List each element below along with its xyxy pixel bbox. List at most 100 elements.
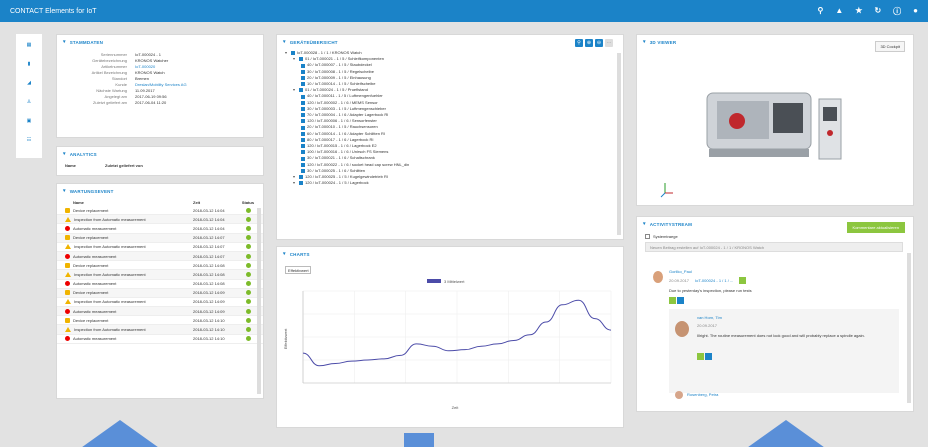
reply-author[interactable]: van Horn, Tim xyxy=(697,315,722,320)
grid-icon[interactable]: ☷ xyxy=(25,135,34,144)
event-name: Inspection from Automatic measurement xyxy=(74,327,146,333)
kv-row: Zuletzt geliefert am 2017-06-04 11:20 xyxy=(57,100,263,106)
chevron-down-icon: ▾ xyxy=(283,251,286,257)
person-icon[interactable]: ♙ xyxy=(25,97,34,106)
device-icon xyxy=(65,317,70,323)
checkbox[interactable] xyxy=(645,234,650,239)
dashboard-icon[interactable]: ▦ xyxy=(25,40,34,49)
error-icon xyxy=(65,253,70,259)
activity-scrollbar[interactable] xyxy=(907,253,911,403)
table-row[interactable]: Automatic measurement 2018-03-12 14:07 xyxy=(57,251,263,262)
user-icon[interactable]: ● xyxy=(913,6,918,17)
table-row[interactable]: Inspection from Automatic measurement 201… xyxy=(57,215,263,225)
cockpit-button[interactable]: 3D Cockpit xyxy=(875,41,905,52)
legend-swatch xyxy=(427,279,441,283)
machine-3d-model[interactable] xyxy=(637,53,915,203)
search-icon[interactable]: ⚲ xyxy=(818,6,824,17)
table-row[interactable]: Automatic measurement 2018-03-12 14:10 xyxy=(57,335,263,344)
collapse-button[interactable]: ⊖ xyxy=(595,39,603,47)
system-posts-toggle[interactable]: Systemtraege xyxy=(645,234,678,239)
chart-icon[interactable]: ◢ xyxy=(25,78,34,87)
table-row[interactable]: Device replacement 2018-03-12 14:07 xyxy=(57,233,263,243)
event-name: Device replacement xyxy=(73,262,109,268)
table-row[interactable]: Device replacement 2018-03-12 14:10 xyxy=(57,316,263,326)
more-button[interactable]: ⋯ xyxy=(605,39,613,47)
event-date: 2018-03-12 14:09 xyxy=(193,308,225,314)
chevron-down-icon[interactable]: ▾ xyxy=(293,180,297,186)
geraete-scrollbar[interactable] xyxy=(617,53,621,235)
part-icon xyxy=(301,168,305,173)
square-decoration xyxy=(404,433,434,447)
document-icon[interactable]: ▮ xyxy=(25,59,34,68)
table-row[interactable]: Inspection from Automatic measurement 201… xyxy=(57,270,263,280)
event-name: Inspection from Automatic measurement xyxy=(74,244,146,250)
status-ok-icon xyxy=(245,244,251,250)
status-ok-icon xyxy=(245,299,251,305)
reply-icon[interactable] xyxy=(669,297,676,304)
series-select[interactable]: Effektivwert xyxy=(285,266,311,274)
status-cell xyxy=(241,253,255,259)
viewer-header[interactable]: ▾ 3D VIEWER xyxy=(637,35,913,49)
table-row[interactable]: Inspection from Automatic measurement 201… xyxy=(57,243,263,252)
geraete-header[interactable]: ▾ GERÄTEÜBERSICHT xyxy=(277,35,623,49)
folder-icon[interactable]: ▣ xyxy=(25,116,34,125)
table-row[interactable]: Automatic measurement 2018-03-12 14:08 xyxy=(57,280,263,289)
post-author[interactable]: Gorilko_Paul xyxy=(669,269,692,274)
new-post-input[interactable]: Neuen Beitrag erstellen auf IoT-000024 -… xyxy=(645,242,903,252)
table-row[interactable]: Automatic measurement 2018-03-12 14:04 xyxy=(57,224,263,234)
y-axis-label: Effektivwert xyxy=(283,328,288,349)
reply-icon[interactable] xyxy=(697,353,704,360)
part-icon xyxy=(301,119,305,124)
analytics-header[interactable]: ▾ ANALYTICS xyxy=(57,147,263,161)
stammdaten-header[interactable]: ▾ STAMMDATEN xyxy=(57,35,263,49)
event-date: 2018-03-12 14:10 xyxy=(193,327,225,333)
part-icon xyxy=(301,113,305,118)
status-ok-icon xyxy=(245,317,251,323)
info-icon[interactable]: ⓘ xyxy=(893,6,901,17)
expand-button[interactable]: ⊕ xyxy=(585,39,593,47)
table-row[interactable]: Device replacement 2018-03-12 14:09 xyxy=(57,288,263,298)
warning-icon xyxy=(65,299,71,305)
wartung-scrollbar[interactable] xyxy=(257,208,261,394)
favorites-icon[interactable]: ★ xyxy=(855,6,862,17)
tree-item[interactable]: ▾ 120 / IoT-000024 - 1 / 5 / Lagerbock xyxy=(285,180,615,186)
error-icon xyxy=(65,225,70,231)
share-icon[interactable] xyxy=(677,297,684,304)
history-icon[interactable]: ↻ xyxy=(874,6,881,17)
part-icon xyxy=(301,156,305,161)
part-icon xyxy=(301,106,305,111)
status-ok-icon xyxy=(245,271,251,277)
event-date: 2018-03-12 14:08 xyxy=(193,271,225,277)
part-icon xyxy=(301,125,305,130)
reply-actions xyxy=(697,353,712,361)
notifications-icon[interactable]: ▲ xyxy=(835,6,843,17)
event-name: Inspection from Automatic measurement xyxy=(74,271,146,277)
chevron-down-icon[interactable]: ▾ xyxy=(293,56,297,62)
table-row[interactable]: Inspection from Automatic measurement 201… xyxy=(57,325,263,335)
table-row[interactable]: Automatic measurement 2018-03-12 14:09 xyxy=(57,307,263,317)
status-ok-icon xyxy=(245,216,251,222)
link-icon[interactable] xyxy=(739,277,747,284)
part-icon xyxy=(301,94,305,99)
event-name: Automatic measurement xyxy=(73,308,117,314)
part-icon xyxy=(301,137,305,142)
refresh-comments-button[interactable]: Kommentare aktualisieren xyxy=(846,222,905,233)
table-row[interactable]: Inspection from Automatic measurement 201… xyxy=(57,298,263,308)
status-cell xyxy=(241,299,255,305)
search-button[interactable]: ⚲ xyxy=(575,39,583,47)
chevron-down-icon[interactable]: ▾ xyxy=(285,50,289,56)
post3-author[interactable]: Rosenberg, Petra xyxy=(687,392,718,397)
table-row[interactable]: Device replacement 2018-03-12 14:04 xyxy=(57,206,263,216)
status-ok-icon xyxy=(245,235,251,241)
charts-header[interactable]: ▾ CHARTS xyxy=(277,247,623,261)
device-icon xyxy=(65,290,70,296)
kv-value: 2017-06-04 11:20 xyxy=(135,100,167,105)
chevron-down-icon[interactable]: ▾ xyxy=(293,87,297,93)
status-cell xyxy=(241,281,255,287)
share-icon[interactable] xyxy=(705,353,712,360)
part-icon xyxy=(301,150,305,155)
table-row[interactable]: Device replacement 2018-03-12 14:08 xyxy=(57,261,263,271)
status-cell xyxy=(241,290,255,296)
event-date: 2018-03-12 14:04 xyxy=(193,207,225,213)
wartung-header[interactable]: ▾ WARTUNGSEVENT xyxy=(57,184,263,198)
